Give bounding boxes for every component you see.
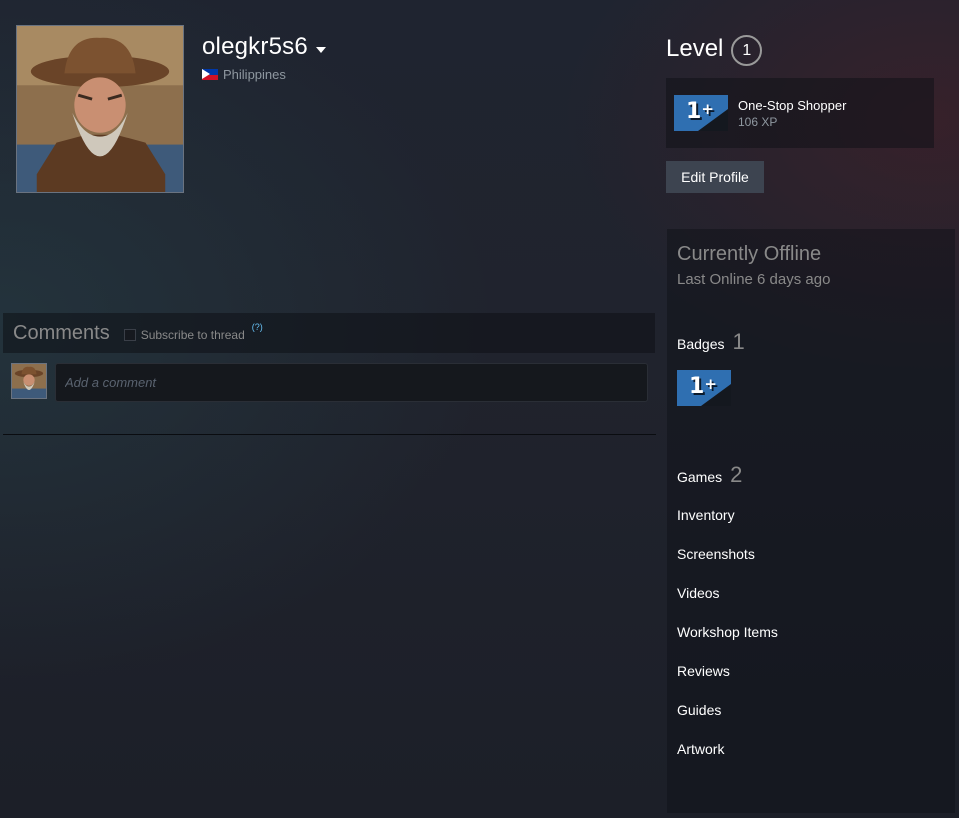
subscribe-checkbox[interactable] [123, 329, 136, 341]
comments-title: Comments [13, 321, 110, 344]
online-status: Currently Offline [677, 243, 822, 265]
favorite-badge[interactable]: 1+ One-Stop Shopper 106 XP [666, 78, 934, 148]
profile-sidebar: Currently Offline Last Online 6 days ago… [667, 229, 955, 813]
level-label: Level [666, 35, 724, 62]
profile-links: Inventory Screenshots Videos Workshop It… [677, 507, 778, 780]
chevron-down-icon[interactable] [315, 47, 326, 53]
comment-avatar-image [12, 364, 46, 398]
edit-profile-button[interactable]: Edit Profile [666, 161, 764, 193]
badges-link[interactable]: Badges 1 [677, 329, 745, 355]
badges-count: 1 [732, 329, 745, 354]
comments-divider [3, 434, 656, 435]
subscribe-label: Subscribe to thread [140, 328, 245, 342]
profile-level: Level 1 [666, 32, 763, 66]
games-label: Games [677, 469, 723, 485]
favorite-badge-xp: 106 XP [738, 114, 778, 129]
profile-avatar [16, 25, 184, 193]
games-count: 2 [730, 462, 743, 487]
link-reviews[interactable]: Reviews [677, 663, 778, 702]
link-inventory[interactable]: Inventory [677, 507, 778, 546]
one-plus-badge-icon[interactable]: 1+ [677, 370, 731, 406]
profile-location: Philippines [202, 67, 286, 82]
link-screenshots[interactable]: Screenshots [677, 546, 778, 585]
persona-header: olegkr5s6 [202, 33, 326, 61]
last-online: Last Online 6 days ago [677, 271, 831, 288]
badges-label: Badges [677, 336, 725, 352]
avatar-image [17, 26, 183, 192]
comment-avatar [11, 363, 47, 399]
philippines-flag-icon [202, 69, 218, 80]
games-link[interactable]: Games 2 [677, 462, 742, 488]
link-videos[interactable]: Videos [677, 585, 778, 624]
location-text: Philippines [223, 67, 286, 82]
one-plus-badge-icon: 1+ [674, 95, 728, 131]
link-guides[interactable]: Guides [677, 702, 778, 741]
subscribe-toggle[interactable]: Subscribe to thread (?) [123, 322, 263, 342]
link-workshop-items[interactable]: Workshop Items [677, 624, 778, 663]
help-icon[interactable]: (?) [252, 322, 263, 332]
link-artwork[interactable]: Artwork [677, 741, 778, 780]
favorite-badge-name: One-Stop Shopper [738, 97, 847, 113]
persona-name: olegkr5s6 [202, 33, 308, 60]
comment-input[interactable] [55, 363, 648, 402]
level-number[interactable]: 1 [731, 35, 763, 66]
comments-header: Comments Subscribe to thread (?) [3, 313, 655, 353]
